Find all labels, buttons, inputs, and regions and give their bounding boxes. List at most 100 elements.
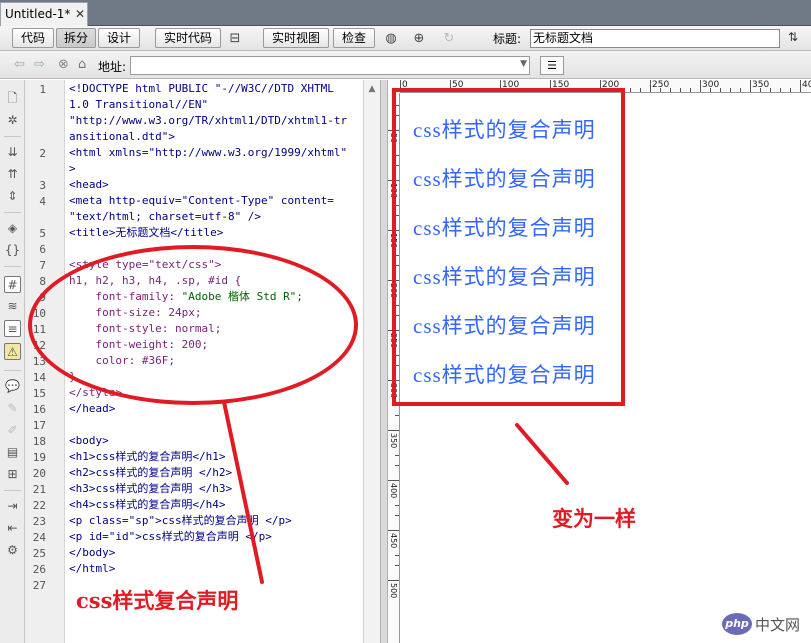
line-number: 15 (32, 387, 46, 400)
code-line: <h1>css样式的复合声明</h1> (69, 450, 226, 463)
wrap-tag-icon[interactable]: ✐ (4, 422, 21, 439)
code-line: ansitional.dtd"> (69, 130, 175, 143)
address-bar: ⇦ ⇨ ⊗ ⌂ 地址: ▼ ☰ (0, 51, 811, 79)
watermark: php 中文网 (722, 611, 808, 639)
coding-toolbar: 🗋 ✲ ⇊ ⇈ ⇕ ◈ {} # ≋ ≡ ⚠ 💬 ✎ ✐ ▤ ⊞ ⇥ ⇤ ⚙ (0, 80, 25, 643)
title-label: 标题: (493, 32, 522, 46)
word-wrap-icon[interactable]: ≡ (4, 320, 21, 337)
live-view-button[interactable]: 实时视图 (263, 28, 329, 48)
outdent-code-icon[interactable]: ⇤ (4, 520, 21, 537)
code-line: 1.0 Transitional//EN" (69, 98, 209, 111)
split-view-divider[interactable] (380, 80, 388, 643)
code-line: </body> (69, 546, 116, 559)
apply-comment-icon[interactable]: 💬 (4, 378, 21, 395)
code-line: <head> (69, 178, 109, 191)
line-number: 21 (32, 483, 46, 496)
line-number: 22 (32, 499, 46, 512)
design-view-button[interactable]: 设计 (98, 28, 140, 48)
line-number: 19 (32, 451, 46, 464)
collapse-selection-icon[interactable]: ⇈ (4, 166, 21, 183)
format-source-icon[interactable]: ⚙ (4, 542, 21, 559)
code-line: <h2>css样式的复合声明 </h2> (69, 466, 233, 479)
syntax-error-alerts-icon[interactable]: ⚠ (4, 343, 21, 360)
document-tab[interactable]: Untitled-1* ✕ (0, 2, 88, 26)
expand-all-icon[interactable]: ⇕ (4, 188, 21, 205)
annotation-ellipse (28, 245, 358, 405)
code-line: "text/html; charset=utf-8" /> (69, 210, 262, 223)
chevron-down-icon[interactable]: ▼ (520, 59, 527, 69)
code-line: > (69, 162, 76, 175)
ruler-label: 500 (389, 583, 398, 599)
page-options-icon[interactable]: ☰ (540, 56, 564, 75)
php-logo: php (722, 613, 752, 635)
code-line: <h4>css样式的复合声明</h4> (69, 498, 226, 511)
remove-comment-icon[interactable]: ✎ (4, 400, 21, 417)
line-number: 25 (32, 547, 46, 560)
code-line: </head> (69, 402, 116, 415)
code-line: <p id="id">css样式的复合声明 </p> (69, 530, 272, 543)
live-code-button[interactable]: 实时代码 (155, 28, 221, 48)
ruler-label: 350 (389, 433, 398, 449)
code-line: <h3>css样式的复合声明 </h3> (69, 482, 233, 495)
title-input[interactable]: 无标题文档 (530, 29, 780, 48)
split-view-button[interactable]: 拆分 (56, 28, 96, 48)
code-line: <meta http-equiv="Content-Type" content= (69, 194, 334, 207)
line-number: 16 (32, 403, 46, 416)
code-line: <!DOCTYPE html PUBLIC "-//W3C//DTD XHTML (69, 82, 334, 95)
document-tab-title: Untitled-1* (5, 7, 71, 21)
highlight-invalid-code-icon[interactable]: ≋ (4, 298, 21, 315)
line-number: 7 (39, 259, 46, 272)
inspect-button[interactable]: 检查 (333, 28, 375, 48)
line-number: 14 (32, 371, 46, 384)
line-number: 4 (39, 195, 46, 208)
ruler-label: 400 (802, 80, 811, 90)
line-number: 2 (39, 147, 46, 160)
address-label: 地址: (98, 60, 127, 74)
line-number: 3 (39, 179, 46, 192)
select-parent-tag-icon[interactable]: ◈ (4, 220, 21, 237)
line-number: 20 (32, 467, 46, 480)
line-number: 26 (32, 563, 46, 576)
address-input[interactable]: ▼ (130, 56, 530, 75)
compatibility-check-icon[interactable]: ⊟ (226, 30, 244, 48)
line-number: 6 (39, 243, 46, 256)
code-scrollbar[interactable]: ▲ (363, 80, 380, 643)
file-management-icon[interactable]: ⇅ (788, 30, 798, 44)
recent-snippets-icon[interactable]: ▤ (4, 444, 21, 461)
scroll-up-icon[interactable]: ▲ (366, 84, 378, 94)
show-code-navigator-icon[interactable]: ✲ (4, 112, 21, 129)
code-line: <title>无标题文档</title> (69, 226, 224, 239)
code-line: <p class="sp">css样式的复合声明 </p> (69, 514, 292, 527)
annotation-rectangle (392, 88, 625, 406)
open-documents-icon[interactable]: 🗋 (4, 90, 21, 107)
collapse-full-tag-icon[interactable]: ⇊ (4, 144, 21, 161)
ruler-label: 400 (389, 483, 398, 499)
line-number: 1 (39, 83, 46, 96)
balance-braces-icon[interactable]: {} (4, 242, 21, 259)
stop-icon[interactable]: ⊗ (58, 57, 69, 72)
back-icon[interactable]: ⇦ (14, 57, 25, 72)
line-number: 27 (32, 579, 46, 592)
code-view-button[interactable]: 代码 (12, 28, 54, 48)
code-line: "http://www.w3.org/TR/xhtml1/DTD/xhtml1-… (69, 114, 348, 127)
line-number: 24 (32, 531, 46, 544)
code-line: <html xmlns="http://www.w3.org/1999/xhtm… (69, 146, 348, 159)
preview-browser-icon[interactable]: ◍ (382, 30, 400, 48)
refresh-icon[interactable]: ↻ (440, 30, 458, 48)
line-number: 23 (32, 515, 46, 528)
code-line: <body> (69, 434, 109, 447)
forward-icon[interactable]: ⇨ (34, 57, 45, 72)
home-icon[interactable]: ⌂ (78, 57, 86, 72)
document-tab-bar: Untitled-1* ✕ (0, 0, 811, 26)
indent-code-icon[interactable]: ⇥ (4, 498, 21, 515)
line-number: 8 (39, 275, 46, 288)
line-number: 5 (39, 227, 46, 240)
visual-aids-icon[interactable]: ⊕ (410, 30, 428, 48)
close-icon[interactable]: ✕ (75, 3, 85, 25)
annotation-caption-left: css样式复合声明 (76, 588, 239, 613)
document-toolbar: 代码 拆分 设计 实时代码 ⊟ 实时视图 检查 ◍ ⊕ ↻ 标题: 无标题文档 … (0, 26, 811, 51)
line-numbers-icon[interactable]: # (4, 276, 21, 293)
annotation-caption-right: 变为一样 (552, 506, 636, 531)
move-css-icon[interactable]: ⊞ (4, 466, 21, 483)
watermark-text: 中文网 (755, 616, 801, 634)
